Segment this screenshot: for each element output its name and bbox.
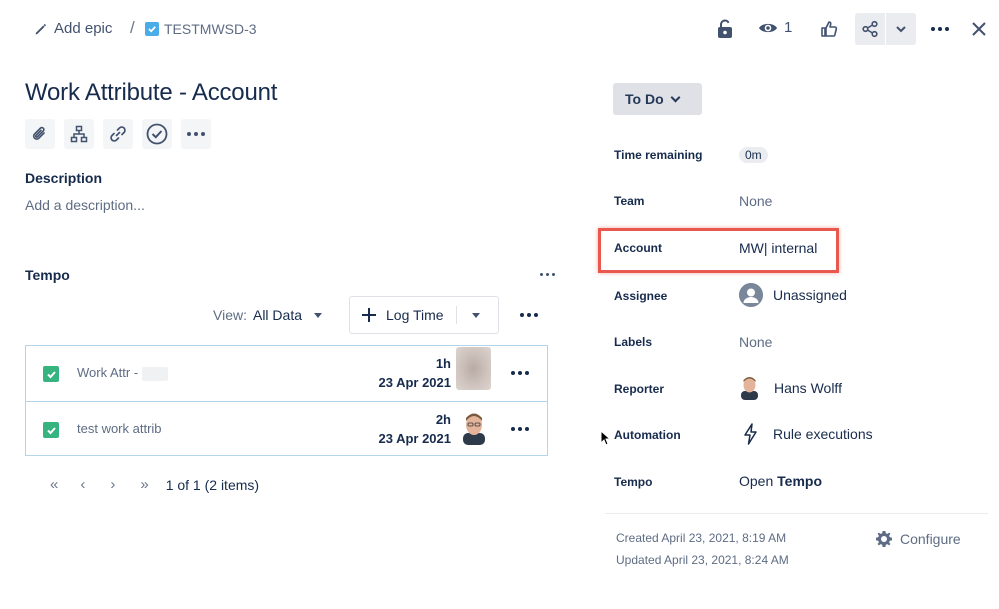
more-actions-icon[interactable] (931, 27, 949, 31)
field-value-team[interactable]: None (739, 193, 772, 209)
view-label: View: (213, 307, 247, 323)
field-value-labels[interactable]: None (739, 334, 772, 350)
chevron-down-icon (670, 92, 681, 102)
checklist-icon[interactable] (142, 119, 172, 149)
created-timestamp: Created April 23, 2021, 8:19 AM (616, 531, 787, 545)
more-toolbar-icon[interactable] (181, 119, 211, 149)
worklog-table: Work Attr - 1h 23 Apr 2021 test work att… (25, 345, 548, 456)
attachment-icon[interactable] (25, 119, 55, 149)
reporter-avatar (739, 375, 760, 400)
tempo-toolbar-more-icon[interactable] (520, 313, 538, 317)
avatar (456, 347, 491, 390)
breadcrumb-separator: / (130, 18, 135, 37)
field-label-reporter: Reporter (614, 382, 665, 396)
divider (605, 513, 988, 514)
view-value: All Data (252, 307, 303, 323)
worklog-description: Work Attr - (77, 365, 168, 381)
child-issue-icon[interactable] (64, 119, 94, 149)
last-page-icon[interactable]: » (140, 476, 148, 493)
issue-title[interactable]: Work Attribute - Account (25, 79, 277, 107)
share-button-group[interactable] (855, 13, 916, 45)
worklog-description: test work attrib (77, 421, 162, 436)
add-epic-label: Add epic (54, 20, 113, 37)
chevron-down-icon (314, 312, 323, 318)
worklog-duration: 1h (435, 356, 451, 371)
plus-icon (362, 308, 376, 322)
pagination: « ‹ › » 1 of 1 (2 items) (50, 476, 259, 493)
add-epic-link[interactable]: Add epic (34, 20, 112, 37)
pencil-icon (35, 23, 47, 34)
field-label-team: Team (614, 194, 645, 208)
row-more-icon[interactable] (511, 371, 529, 375)
worklog-date: 23 Apr 2021 (378, 375, 451, 390)
field-label-assignee: Assignee (614, 289, 668, 303)
watch-button[interactable]: 1 (758, 19, 792, 36)
log-time-main[interactable]: Log Time (350, 306, 457, 324)
issue-key: TESTMWSD-3 (164, 21, 257, 37)
view-selector[interactable]: View: All Data (213, 307, 323, 323)
log-time-label: Log Time (386, 307, 444, 323)
first-page-icon[interactable]: « (50, 476, 58, 493)
field-label-tempo: Tempo (614, 475, 653, 489)
lock-icon[interactable] (714, 18, 736, 40)
description-input[interactable]: Add a description... (25, 197, 145, 213)
task-type-icon (145, 22, 159, 36)
row-more-icon[interactable] (511, 427, 529, 431)
timestamps: Created April 23, 2021, 8:19 AM Updated … (616, 527, 789, 571)
log-time-button[interactable]: Log Time (349, 296, 499, 334)
close-icon[interactable] (969, 19, 989, 39)
worklog-duration-date: 1h 23 Apr 2021 (378, 354, 451, 392)
mouse-cursor-icon (600, 429, 612, 451)
configure-button[interactable]: Configure (875, 530, 961, 548)
checkbox[interactable] (43, 366, 59, 382)
table-row[interactable]: Work Attr - 1h 23 Apr 2021 (26, 346, 547, 401)
updated-timestamp: Updated April 23, 2021, 8:24 AM (616, 553, 789, 567)
link-issue-icon[interactable] (103, 119, 133, 149)
checkbox[interactable] (43, 422, 59, 438)
status-label: To Do (625, 91, 664, 107)
next-page-icon[interactable]: › (110, 476, 115, 493)
unassigned-avatar-icon (739, 283, 763, 307)
eye-icon (759, 23, 777, 32)
worklog-date: 23 Apr 2021 (378, 431, 451, 446)
table-row[interactable]: test work attrib 2h 23 Apr 2021 (26, 401, 547, 456)
chevron-down-icon (471, 312, 480, 318)
field-value-time-remaining[interactable]: 0m (739, 147, 768, 163)
gear-icon (876, 531, 892, 547)
field-label-automation: Automation (614, 428, 681, 442)
share-dropdown-chevron-icon[interactable] (886, 13, 916, 45)
description-heading: Description (25, 170, 103, 186)
share-icon[interactable] (855, 13, 885, 45)
field-value-reporter[interactable]: Hans Wolff (739, 375, 842, 400)
prev-page-icon[interactable]: ‹ (80, 476, 85, 493)
status-button[interactable]: To Do (613, 83, 702, 115)
worklog-duration-date: 2h 23 Apr 2021 (378, 410, 451, 448)
field-label-labels: Labels (614, 335, 653, 349)
redacted-text (141, 366, 168, 381)
issue-key-link[interactable]: TESTMWSD-3 (145, 21, 257, 37)
tempo-more-icon[interactable] (540, 273, 555, 276)
field-value-tempo[interactable]: Open Tempo (739, 473, 822, 489)
field-label-time-remaining: Time remaining (614, 148, 703, 162)
worklog-duration: 2h (435, 412, 451, 427)
field-label-account: Account (614, 241, 662, 255)
field-value-account[interactable]: MW| internal (739, 240, 817, 256)
issue-toolbar (25, 119, 211, 149)
log-time-dropdown[interactable] (457, 312, 495, 318)
configure-label: Configure (900, 531, 961, 547)
pagination-label: 1 of 1 (2 items) (165, 476, 260, 493)
avatar (461, 411, 487, 450)
like-icon[interactable] (818, 18, 840, 40)
watch-count: 1 (784, 19, 793, 36)
field-value-assignee[interactable]: Unassigned (739, 283, 847, 307)
tempo-heading: Tempo (25, 267, 70, 283)
field-value-automation[interactable]: Rule executions (743, 423, 873, 445)
lightning-icon (744, 423, 757, 445)
